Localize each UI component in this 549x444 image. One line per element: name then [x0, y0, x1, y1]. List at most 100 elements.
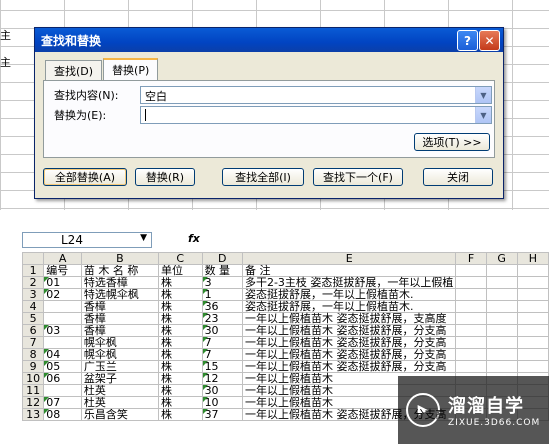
grid-cell[interactable]: [485, 276, 518, 289]
grid-cell[interactable]: [43, 336, 82, 349]
grid-cell[interactable]: 30: [201, 384, 243, 397]
grid-cell[interactable]: 多干2-3主枝 姿态挺拔舒展，一年以上假植: [241, 276, 457, 289]
row-header[interactable]: 1: [21, 264, 45, 277]
row-header[interactable]: 9: [21, 360, 45, 373]
grid-cell[interactable]: 一年以上假植苗木: [241, 396, 457, 409]
grid-cell[interactable]: 23: [201, 312, 243, 325]
row-header[interactable]: 4: [21, 300, 45, 313]
grid-cell[interactable]: 一年以上假植苗木: [241, 372, 457, 385]
grid-cell[interactable]: 特选幌伞枫: [80, 288, 159, 301]
grid-cell[interactable]: [516, 264, 549, 277]
column-header[interactable]: A: [43, 252, 82, 265]
close-button[interactable]: 关闭: [423, 168, 493, 186]
grid-cell[interactable]: [485, 312, 518, 325]
grid-cell[interactable]: 37: [201, 408, 243, 421]
chevron-down-icon[interactable]: ▼: [475, 107, 491, 123]
grid-cell[interactable]: [516, 324, 549, 337]
grid-cell[interactable]: 株: [157, 408, 203, 421]
grid-cell[interactable]: [455, 360, 487, 373]
grid-cell[interactable]: [455, 324, 487, 337]
find-next-button[interactable]: 查找下一个(F): [313, 168, 403, 186]
grid-cell[interactable]: 杜英: [80, 396, 159, 409]
grid-cell[interactable]: [485, 264, 518, 277]
column-header[interactable]: F: [455, 252, 487, 265]
grid-cell[interactable]: 香樟: [80, 312, 159, 325]
grid-cell[interactable]: 7: [201, 336, 243, 349]
grid-cell[interactable]: 株: [157, 300, 203, 313]
chevron-down-icon[interactable]: ▼: [475, 87, 491, 103]
grid-cell[interactable]: 06: [43, 372, 82, 385]
column-header[interactable]: G: [485, 252, 518, 265]
grid-cell[interactable]: 姿态挺拔舒展，一年以上假植苗木.: [241, 300, 457, 313]
column-header[interactable]: B: [80, 252, 159, 265]
grid-cell[interactable]: [485, 348, 518, 361]
grid-cell[interactable]: 盆架子: [80, 372, 159, 385]
row-header[interactable]: 5: [21, 312, 45, 325]
grid-cell[interactable]: [43, 384, 82, 397]
tab-find[interactable]: 查找(D): [45, 60, 103, 80]
name-box[interactable]: L24 ▼: [22, 232, 152, 248]
replace-button[interactable]: 替换(R): [135, 168, 195, 186]
grid-cell[interactable]: [516, 312, 549, 325]
row-header[interactable]: 7: [21, 336, 45, 349]
grid-cell[interactable]: 乐昌含笑: [80, 408, 159, 421]
grid-cell[interactable]: 一年以上假植苗木 姿态挺拔舒展，分支高: [241, 408, 457, 421]
grid-cell[interactable]: 36: [201, 300, 243, 313]
grid-cell[interactable]: 株: [157, 276, 203, 289]
grid-cell[interactable]: 07: [43, 396, 82, 409]
grid-cell[interactable]: 株: [157, 288, 203, 301]
grid-cell[interactable]: 12: [201, 372, 243, 385]
grid-cell[interactable]: [516, 360, 549, 373]
grid-cell[interactable]: 株: [157, 360, 203, 373]
corner-cell[interactable]: [21, 252, 45, 265]
grid-cell[interactable]: 08: [43, 408, 82, 421]
grid-cell[interactable]: 一年以上假植苗木 姿态挺拔舒展，支高度: [241, 312, 457, 325]
fx-icon[interactable]: fx: [188, 232, 200, 245]
grid-cell[interactable]: [455, 312, 487, 325]
grid-cell[interactable]: [485, 324, 518, 337]
grid-cell[interactable]: 单位: [157, 264, 203, 277]
grid-cell[interactable]: 幌伞枫: [80, 336, 159, 349]
row-header[interactable]: 8: [21, 348, 45, 361]
grid-cell[interactable]: [485, 288, 518, 301]
grid-cell[interactable]: [455, 288, 487, 301]
grid-cell[interactable]: 幌伞枫: [80, 348, 159, 361]
grid-cell[interactable]: 姿态挺拔舒展，一年以上假植苗木.: [241, 288, 457, 301]
grid-cell[interactable]: 7: [201, 348, 243, 361]
grid-cell[interactable]: [516, 336, 549, 349]
grid-cell[interactable]: 香樟: [80, 324, 159, 337]
grid-cell[interactable]: 一年以上假植苗木 姿态挺拔舒展，分支高: [241, 336, 457, 349]
row-header[interactable]: 11: [21, 384, 45, 397]
grid-cell[interactable]: [485, 336, 518, 349]
replace-all-button[interactable]: 全部替换(A): [43, 168, 127, 186]
grid-cell[interactable]: [455, 264, 487, 277]
grid-cell[interactable]: [455, 336, 487, 349]
grid-cell[interactable]: 香樟: [80, 300, 159, 313]
column-header[interactable]: H: [516, 252, 549, 265]
grid-cell[interactable]: 一年以上假植苗木: [241, 384, 457, 397]
grid-cell[interactable]: 30: [201, 324, 243, 337]
row-header[interactable]: 12: [21, 396, 45, 409]
grid-cell[interactable]: 广玉兰: [80, 360, 159, 373]
grid-cell[interactable]: [485, 300, 518, 313]
column-header[interactable]: E: [241, 252, 457, 265]
grid-cell[interactable]: 03: [43, 324, 82, 337]
grid-cell[interactable]: 1: [201, 288, 243, 301]
row-header[interactable]: 2: [21, 276, 45, 289]
grid-cell[interactable]: 3: [201, 276, 243, 289]
grid-cell[interactable]: 04: [43, 348, 82, 361]
grid-cell[interactable]: [455, 300, 487, 313]
close-window-button[interactable]: ✕: [479, 30, 500, 51]
grid-cell[interactable]: [485, 360, 518, 373]
grid-cell[interactable]: 备 注: [241, 264, 457, 277]
grid-cell[interactable]: 株: [157, 396, 203, 409]
grid-cell[interactable]: 01: [43, 276, 82, 289]
grid-cell[interactable]: 一年以上假植苗木 姿态挺拔舒展，分支高: [241, 324, 457, 337]
row-header[interactable]: 10: [21, 372, 45, 385]
row-header[interactable]: 6: [21, 324, 45, 337]
grid-cell[interactable]: 15: [201, 360, 243, 373]
replace-input[interactable]: ▼: [140, 106, 492, 124]
find-all-button[interactable]: 查找全部(I): [222, 168, 304, 186]
row-header[interactable]: 13: [21, 408, 45, 421]
help-button[interactable]: ?: [457, 30, 478, 51]
